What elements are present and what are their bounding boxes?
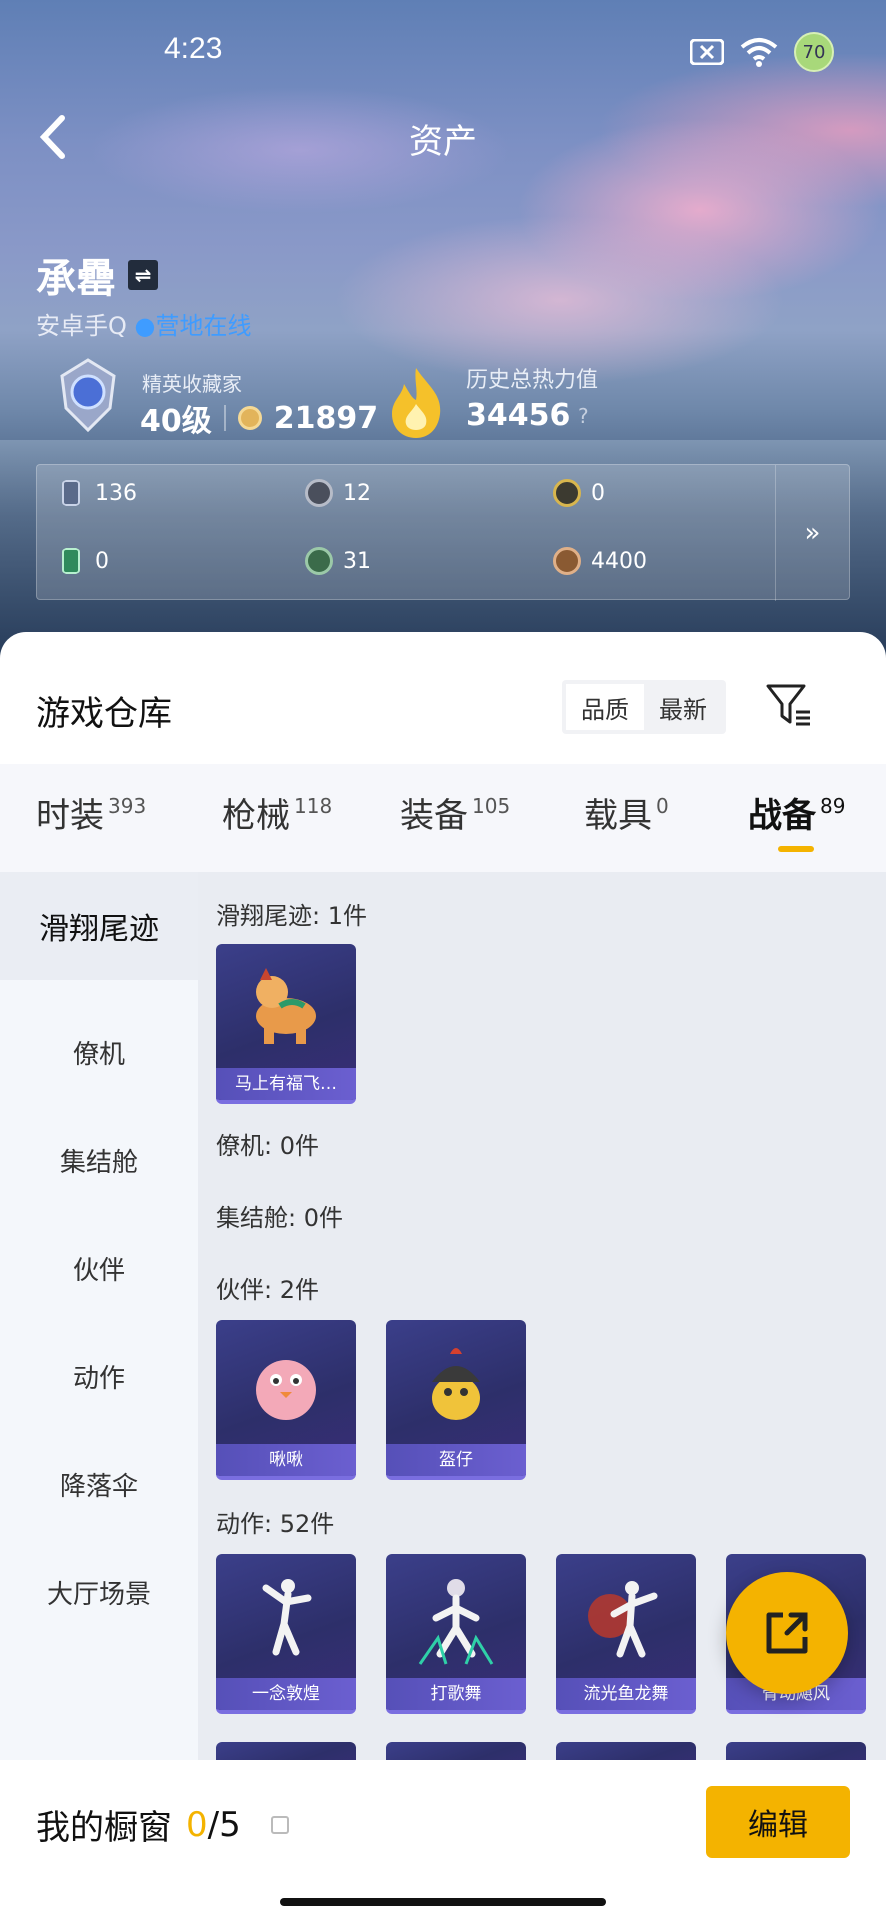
share-button[interactable] — [726, 1572, 848, 1694]
section-title: 僚机: 0件 — [216, 1132, 319, 1160]
green-orb-icon — [305, 547, 333, 575]
item-card[interactable]: 流光鱼龙舞 — [556, 1554, 696, 1714]
sort-toggle: 品质 最新 — [562, 680, 726, 734]
item-card[interactable] — [556, 1742, 696, 1762]
sort-latest-button[interactable]: 最新 — [644, 684, 722, 730]
dancer-icon — [262, 1579, 312, 1656]
tab-combat-prep[interactable]: 战备 89 — [748, 788, 845, 837]
status-bar: 4:23 70 — [0, 32, 886, 72]
bronze-coin-icon — [553, 547, 581, 575]
sidebar-item-action[interactable]: 动作 — [0, 1358, 198, 1395]
item-name: 啾啾 — [216, 1444, 356, 1476]
status-time: 4:23 — [164, 32, 223, 65]
sidebar-item-glide-trail[interactable]: 滑翔尾迹 — [0, 872, 198, 980]
gold-token-icon — [553, 479, 581, 507]
online-dot-icon: ● — [134, 312, 156, 340]
coin-icon — [237, 406, 262, 430]
showcase-bar: 我的橱窗 0/5 编辑 — [0, 1760, 886, 1920]
lock-icon — [270, 1815, 289, 1834]
username: 承罍 ⇌ — [36, 246, 158, 304]
home-indicator — [280, 1898, 606, 1906]
resource-item: 4400 — [553, 547, 647, 575]
resource-item: 0 — [553, 479, 605, 507]
item-name: 马上有福飞… — [216, 1068, 356, 1100]
item-card[interactable]: 盔仔 — [386, 1320, 526, 1480]
dancer-icon — [418, 1579, 494, 1665]
wifi-icon — [740, 38, 778, 67]
edit-button[interactable]: 编辑 — [706, 1786, 850, 1858]
sort-quality-button[interactable]: 品质 — [566, 684, 644, 730]
sidebar-item-parachute[interactable]: 降落伞 — [0, 1466, 198, 1503]
section-title: 滑翔尾迹: 1件 — [216, 902, 367, 930]
sidebar-item-partner[interactable]: 伙伴 — [0, 1250, 198, 1287]
filter-icon[interactable] — [764, 682, 812, 728]
coin-value: 21897 — [273, 400, 379, 436]
resource-item: 31 — [305, 547, 371, 575]
silver-token-icon — [305, 479, 333, 507]
item-card[interactable] — [216, 1742, 356, 1762]
sidebar-item-wingman[interactable]: 僚机 — [0, 1034, 198, 1071]
active-tab-indicator — [778, 846, 814, 852]
heat-value: 34456 — [466, 398, 571, 433]
subcategory-sidebar: 滑翔尾迹 僚机 集结舱 伙伴 动作 降落伞 大厅场景 — [0, 872, 198, 1762]
horse-toy-icon — [256, 968, 316, 1044]
category-tabs: 时装 393 枪械 118 装备 105 载具 0 战备 89 — [0, 764, 886, 872]
green-ticket-icon — [62, 548, 80, 574]
item-card[interactable]: 打歌舞 — [386, 1554, 526, 1714]
profile-header-background: 4:23 70 资产 承罍 ⇌ 安卓手Q ●营地在线 精英收藏家 40级 218… — [0, 0, 886, 660]
divider — [223, 405, 226, 431]
heat-help-icon[interactable]: ? — [578, 404, 589, 428]
collector-title: 精英收藏家 — [142, 372, 242, 396]
helmet-chick-icon — [432, 1348, 480, 1420]
dancer-icon — [588, 1581, 658, 1658]
no-sim-icon — [690, 39, 724, 65]
showcase-label: 我的橱窗 — [36, 1808, 172, 1848]
item-card[interactable]: 马上有福飞… — [216, 944, 356, 1104]
level-row: 40级 21897 — [140, 396, 378, 440]
item-card[interactable] — [726, 1742, 866, 1762]
resource-item: 136 — [57, 479, 137, 507]
item-name: 盔仔 — [386, 1444, 526, 1476]
resource-more-icon[interactable]: » — [775, 465, 849, 601]
battery-icon: 70 — [794, 32, 834, 72]
resource-item: 0 — [57, 547, 109, 575]
sidebar-item-lobby-scene[interactable]: 大厅场景 — [0, 1574, 198, 1611]
platform-label: 安卓手Q — [36, 312, 127, 340]
warehouse-title: 游戏仓库 — [36, 694, 172, 734]
heat-flame-icon — [392, 368, 441, 438]
tab-vehicles[interactable]: 载具 0 — [584, 788, 669, 837]
item-name: 打歌舞 — [386, 1678, 526, 1710]
switch-account-icon[interactable]: ⇌ — [128, 260, 158, 290]
item-name: 流光鱼龙舞 — [556, 1678, 696, 1710]
tab-equipment[interactable]: 装备 105 — [400, 788, 510, 837]
item-card[interactable] — [386, 1742, 526, 1762]
card-pack-icon — [62, 480, 80, 506]
online-status: 营地在线 — [155, 312, 252, 340]
resource-panel[interactable]: 136 12 0 0 31 4400 » — [36, 464, 850, 601]
item-card[interactable]: 一念敦煌 — [216, 1554, 356, 1714]
sidebar-item-capsule[interactable]: 集结舱 — [0, 1142, 198, 1179]
tab-guns[interactable]: 枪械 118 — [222, 788, 332, 837]
collector-badge-icon — [60, 358, 116, 433]
showcase-label-row: 我的橱窗 0/5 — [36, 1800, 289, 1849]
section-title: 伙伴: 2件 — [216, 1276, 319, 1304]
tab-fashion[interactable]: 时装 393 — [36, 788, 146, 837]
username-text: 承罍 — [36, 256, 116, 302]
showcase-count: 0/5 — [186, 1804, 241, 1845]
pink-bird-icon — [256, 1360, 316, 1420]
section-title: 动作: 52件 — [216, 1510, 335, 1538]
resource-item: 12 — [305, 479, 371, 507]
page-title: 资产 — [409, 122, 477, 162]
item-card[interactable]: 啾啾 — [216, 1320, 356, 1480]
item-name: 一念敦煌 — [216, 1678, 356, 1710]
account-subline: 安卓手Q ●营地在线 — [36, 306, 251, 341]
heat-label: 历史总热力值 — [466, 368, 599, 393]
section-title: 集结舱: 0件 — [216, 1204, 343, 1232]
external-link-icon — [766, 1612, 808, 1654]
level-value: 40级 — [140, 404, 212, 439]
